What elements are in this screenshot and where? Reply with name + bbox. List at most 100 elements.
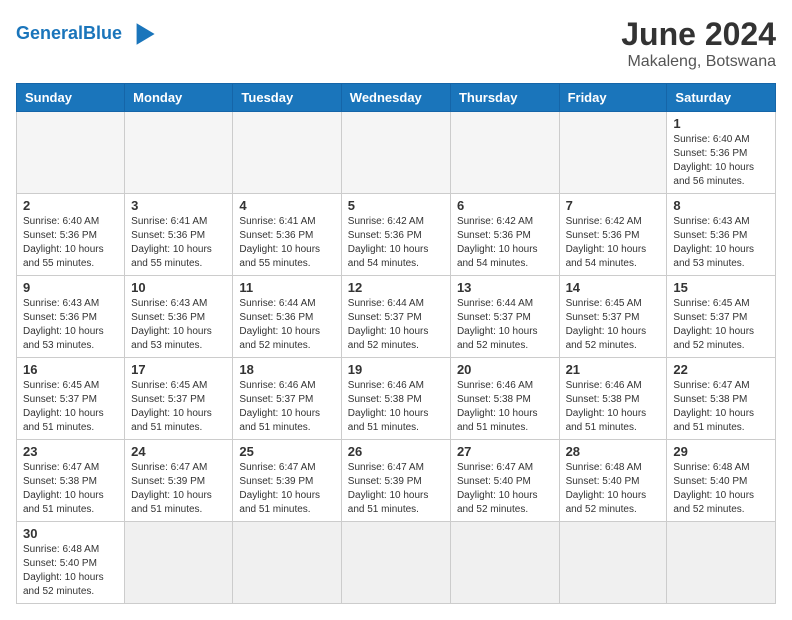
day-info: Sunrise: 6:42 AM Sunset: 5:36 PM Dayligh…	[457, 215, 553, 271]
day-info: Sunrise: 6:47 AM Sunset: 5:38 PM Dayligh…	[23, 461, 118, 517]
day-number: 25	[239, 444, 334, 459]
weekday-header-tuesday: Tuesday	[233, 84, 341, 112]
day-info: Sunrise: 6:43 AM Sunset: 5:36 PM Dayligh…	[23, 297, 118, 353]
day-number: 16	[23, 362, 118, 377]
day-info: Sunrise: 6:45 AM Sunset: 5:37 PM Dayligh…	[131, 379, 226, 435]
location-subtitle: Makaleng, Botswana	[621, 53, 776, 71]
calendar-cell	[450, 112, 559, 194]
day-number: 17	[131, 362, 226, 377]
day-number: 8	[673, 198, 769, 213]
calendar-cell	[233, 112, 341, 194]
calendar-cell: 23 Sunrise: 6:47 AM Sunset: 5:38 PM Dayli…	[17, 440, 125, 522]
calendar-cell: 20Sunrise: 6:46 AM Sunset: 5:38 PM Dayli…	[450, 358, 559, 440]
day-number: 4	[239, 198, 334, 213]
calendar-cell: 19 Sunrise: 6:46 AM Sunset: 5:38 PM Dayli…	[341, 358, 450, 440]
day-info: Sunrise: 6:47 AM Sunset: 5:39 PM Dayligh…	[348, 461, 444, 517]
day-number: 21	[566, 362, 661, 377]
calendar-cell	[341, 522, 450, 604]
calendar-cell: 13 Sunrise: 6:44 AM Sunset: 5:37 PM Dayli…	[450, 276, 559, 358]
calendar-cell: 3Sunrise: 6:41 AM Sunset: 5:36 PM Daylig…	[125, 194, 233, 276]
weekday-header-wednesday: Wednesday	[341, 84, 450, 112]
day-info: Sunrise: 6:42 AM Sunset: 5:36 PM Dayligh…	[348, 215, 444, 271]
day-info: Sunrise: 6:47 AM Sunset: 5:40 PM Dayligh…	[457, 461, 553, 517]
weekday-header-thursday: Thursday	[450, 84, 559, 112]
day-number: 12	[348, 280, 444, 295]
calendar-cell: 2 Sunrise: 6:40 AM Sunset: 5:36 PM Daylig…	[17, 194, 125, 276]
day-info: Sunrise: 6:44 AM Sunset: 5:37 PM Dayligh…	[348, 297, 444, 353]
calendar-cell	[559, 522, 667, 604]
day-info: Sunrise: 6:40 AM Sunset: 5:36 PM Dayligh…	[673, 133, 769, 189]
day-number: 18	[239, 362, 334, 377]
day-info: Sunrise: 6:41 AM Sunset: 5:36 PM Dayligh…	[239, 215, 334, 271]
day-number: 23	[23, 444, 118, 459]
calendar-cell: 10Sunrise: 6:43 AM Sunset: 5:36 PM Dayli…	[125, 276, 233, 358]
weekday-header-sunday: Sunday	[17, 84, 125, 112]
calendar-cell: 8 Sunrise: 6:43 AM Sunset: 5:36 PM Daylig…	[667, 194, 776, 276]
calendar-cell	[559, 112, 667, 194]
calendar-cell: 28Sunrise: 6:48 AM Sunset: 5:40 PM Dayli…	[559, 440, 667, 522]
calendar-cell: 11 Sunrise: 6:44 AM Sunset: 5:36 PM Dayli…	[233, 276, 341, 358]
day-info: Sunrise: 6:46 AM Sunset: 5:37 PM Dayligh…	[239, 379, 334, 435]
day-number: 11	[239, 280, 334, 295]
day-info: Sunrise: 6:43 AM Sunset: 5:36 PM Dayligh…	[131, 297, 226, 353]
day-number: 30	[23, 526, 118, 541]
calendar-table: SundayMondayTuesdayWednesdayThursdayFrid…	[16, 83, 776, 604]
day-info: Sunrise: 6:45 AM Sunset: 5:37 PM Dayligh…	[23, 379, 118, 435]
calendar-cell: 30 Sunrise: 6:48 AM Sunset: 5:40 PM Dayli…	[17, 522, 125, 604]
day-info: Sunrise: 6:43 AM Sunset: 5:36 PM Dayligh…	[673, 215, 769, 271]
day-number: 19	[348, 362, 444, 377]
day-info: Sunrise: 6:44 AM Sunset: 5:36 PM Dayligh…	[239, 297, 334, 353]
calendar-cell	[341, 112, 450, 194]
day-info: Sunrise: 6:45 AM Sunset: 5:37 PM Dayligh…	[566, 297, 661, 353]
day-info: Sunrise: 6:41 AM Sunset: 5:36 PM Dayligh…	[131, 215, 226, 271]
calendar-cell: 5 Sunrise: 6:42 AM Sunset: 5:36 PM Daylig…	[341, 194, 450, 276]
day-number: 15	[673, 280, 769, 295]
day-number: 14	[566, 280, 661, 295]
day-number: 22	[673, 362, 769, 377]
day-number: 9	[23, 280, 118, 295]
day-info: Sunrise: 6:46 AM Sunset: 5:38 PM Dayligh…	[348, 379, 444, 435]
day-number: 13	[457, 280, 553, 295]
day-info: Sunrise: 6:48 AM Sunset: 5:40 PM Dayligh…	[23, 543, 118, 599]
month-year-title: June 2024	[621, 16, 776, 53]
day-number: 27	[457, 444, 553, 459]
day-number: 6	[457, 198, 553, 213]
calendar-cell: 29Sunrise: 6:48 AM Sunset: 5:40 PM Dayli…	[667, 440, 776, 522]
calendar-cell	[667, 522, 776, 604]
calendar-cell	[233, 522, 341, 604]
calendar-cell: 6 Sunrise: 6:42 AM Sunset: 5:36 PM Daylig…	[450, 194, 559, 276]
calendar-cell: 1 Sunrise: 6:40 AM Sunset: 5:36 PM Daylig…	[667, 112, 776, 194]
day-number: 28	[566, 444, 661, 459]
day-info: Sunrise: 6:47 AM Sunset: 5:39 PM Dayligh…	[239, 461, 334, 517]
logo-text: GeneralBlue	[16, 24, 122, 44]
calendar-cell: 9 Sunrise: 6:43 AM Sunset: 5:36 PM Daylig…	[17, 276, 125, 358]
calendar-cell	[125, 522, 233, 604]
day-number: 26	[348, 444, 444, 459]
day-number: 7	[566, 198, 661, 213]
calendar-cell	[17, 112, 125, 194]
day-number: 5	[348, 198, 444, 213]
day-info: Sunrise: 6:48 AM Sunset: 5:40 PM Dayligh…	[673, 461, 769, 517]
calendar-cell	[450, 522, 559, 604]
day-number: 1	[673, 116, 769, 131]
day-info: Sunrise: 6:42 AM Sunset: 5:36 PM Dayligh…	[566, 215, 661, 271]
day-number: 24	[131, 444, 226, 459]
weekday-header-monday: Monday	[125, 84, 233, 112]
weekday-header-friday: Friday	[559, 84, 667, 112]
calendar-cell: 27 Sunrise: 6:47 AM Sunset: 5:40 PM Dayli…	[450, 440, 559, 522]
day-info: Sunrise: 6:45 AM Sunset: 5:37 PM Dayligh…	[673, 297, 769, 353]
calendar-cell: 4 Sunrise: 6:41 AM Sunset: 5:36 PM Daylig…	[233, 194, 341, 276]
calendar-cell: 17 Sunrise: 6:45 AM Sunset: 5:37 PM Dayli…	[125, 358, 233, 440]
calendar-cell: 22Sunrise: 6:47 AM Sunset: 5:38 PM Dayli…	[667, 358, 776, 440]
calendar-cell: 15 Sunrise: 6:45 AM Sunset: 5:37 PM Dayli…	[667, 276, 776, 358]
calendar-cell: 26 Sunrise: 6:47 AM Sunset: 5:39 PM Dayli…	[341, 440, 450, 522]
day-info: Sunrise: 6:40 AM Sunset: 5:36 PM Dayligh…	[23, 215, 118, 271]
title-block: June 2024 Makaleng, Botswana	[621, 16, 776, 71]
day-info: Sunrise: 6:44 AM Sunset: 5:37 PM Dayligh…	[457, 297, 553, 353]
day-number: 2	[23, 198, 118, 213]
logo-icon	[124, 16, 160, 52]
day-info: Sunrise: 6:46 AM Sunset: 5:38 PM Dayligh…	[566, 379, 661, 435]
day-number: 20	[457, 362, 553, 377]
calendar-cell: 25 Sunrise: 6:47 AM Sunset: 5:39 PM Dayli…	[233, 440, 341, 522]
page-header: GeneralBlue June 2024 Makaleng, Botswana	[16, 16, 776, 71]
